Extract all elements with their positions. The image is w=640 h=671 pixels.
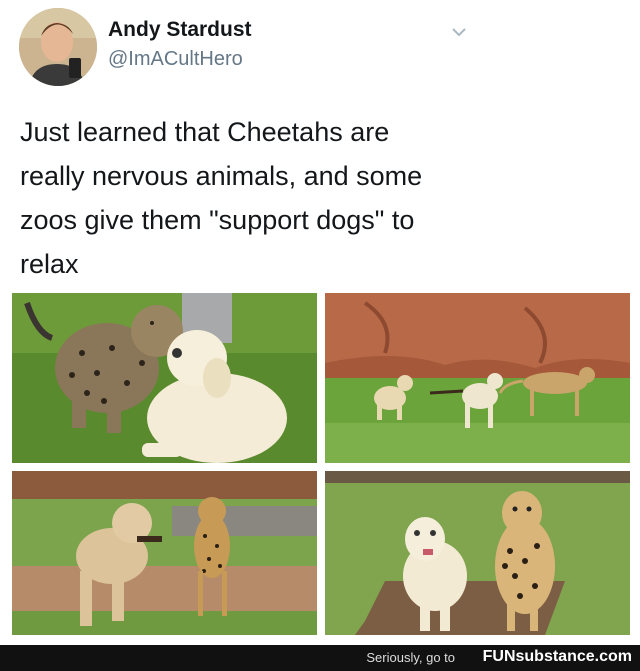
- author-name[interactable]: Andy Stardust: [108, 18, 252, 42]
- photo-dogs-running-with-cheetah[interactable]: [325, 293, 630, 463]
- tweet-text: Just learned that Cheetahs are really ne…: [20, 110, 620, 286]
- photo-cheetah-cub-with-puppy[interactable]: [12, 293, 317, 463]
- tweet-text-line: relax: [20, 249, 79, 279]
- photo-dog-and-cheetah-walking[interactable]: [12, 471, 317, 635]
- funsubstance-logo[interactable]: FUNsubstance.com: [483, 648, 632, 666]
- footer-text: Seriously, go to: [366, 650, 455, 665]
- tweet-header: Andy Stardust @ImACultHero: [0, 0, 640, 100]
- tweet-text-line: really nervous animals, and some: [20, 161, 423, 191]
- avatar[interactable]: [19, 8, 97, 86]
- author-handle[interactable]: @ImACultHero: [108, 48, 243, 71]
- watermark-footer: Seriously, go to FUNsubstance.com: [0, 645, 640, 671]
- chevron-down-icon[interactable]: [450, 25, 468, 39]
- tweet-text-line: Just learned that Cheetahs are: [20, 117, 390, 147]
- photo-dog-and-cheetah-sitting[interactable]: [325, 471, 630, 635]
- tweet-text-line: zoos give them "support dogs" to: [20, 205, 415, 235]
